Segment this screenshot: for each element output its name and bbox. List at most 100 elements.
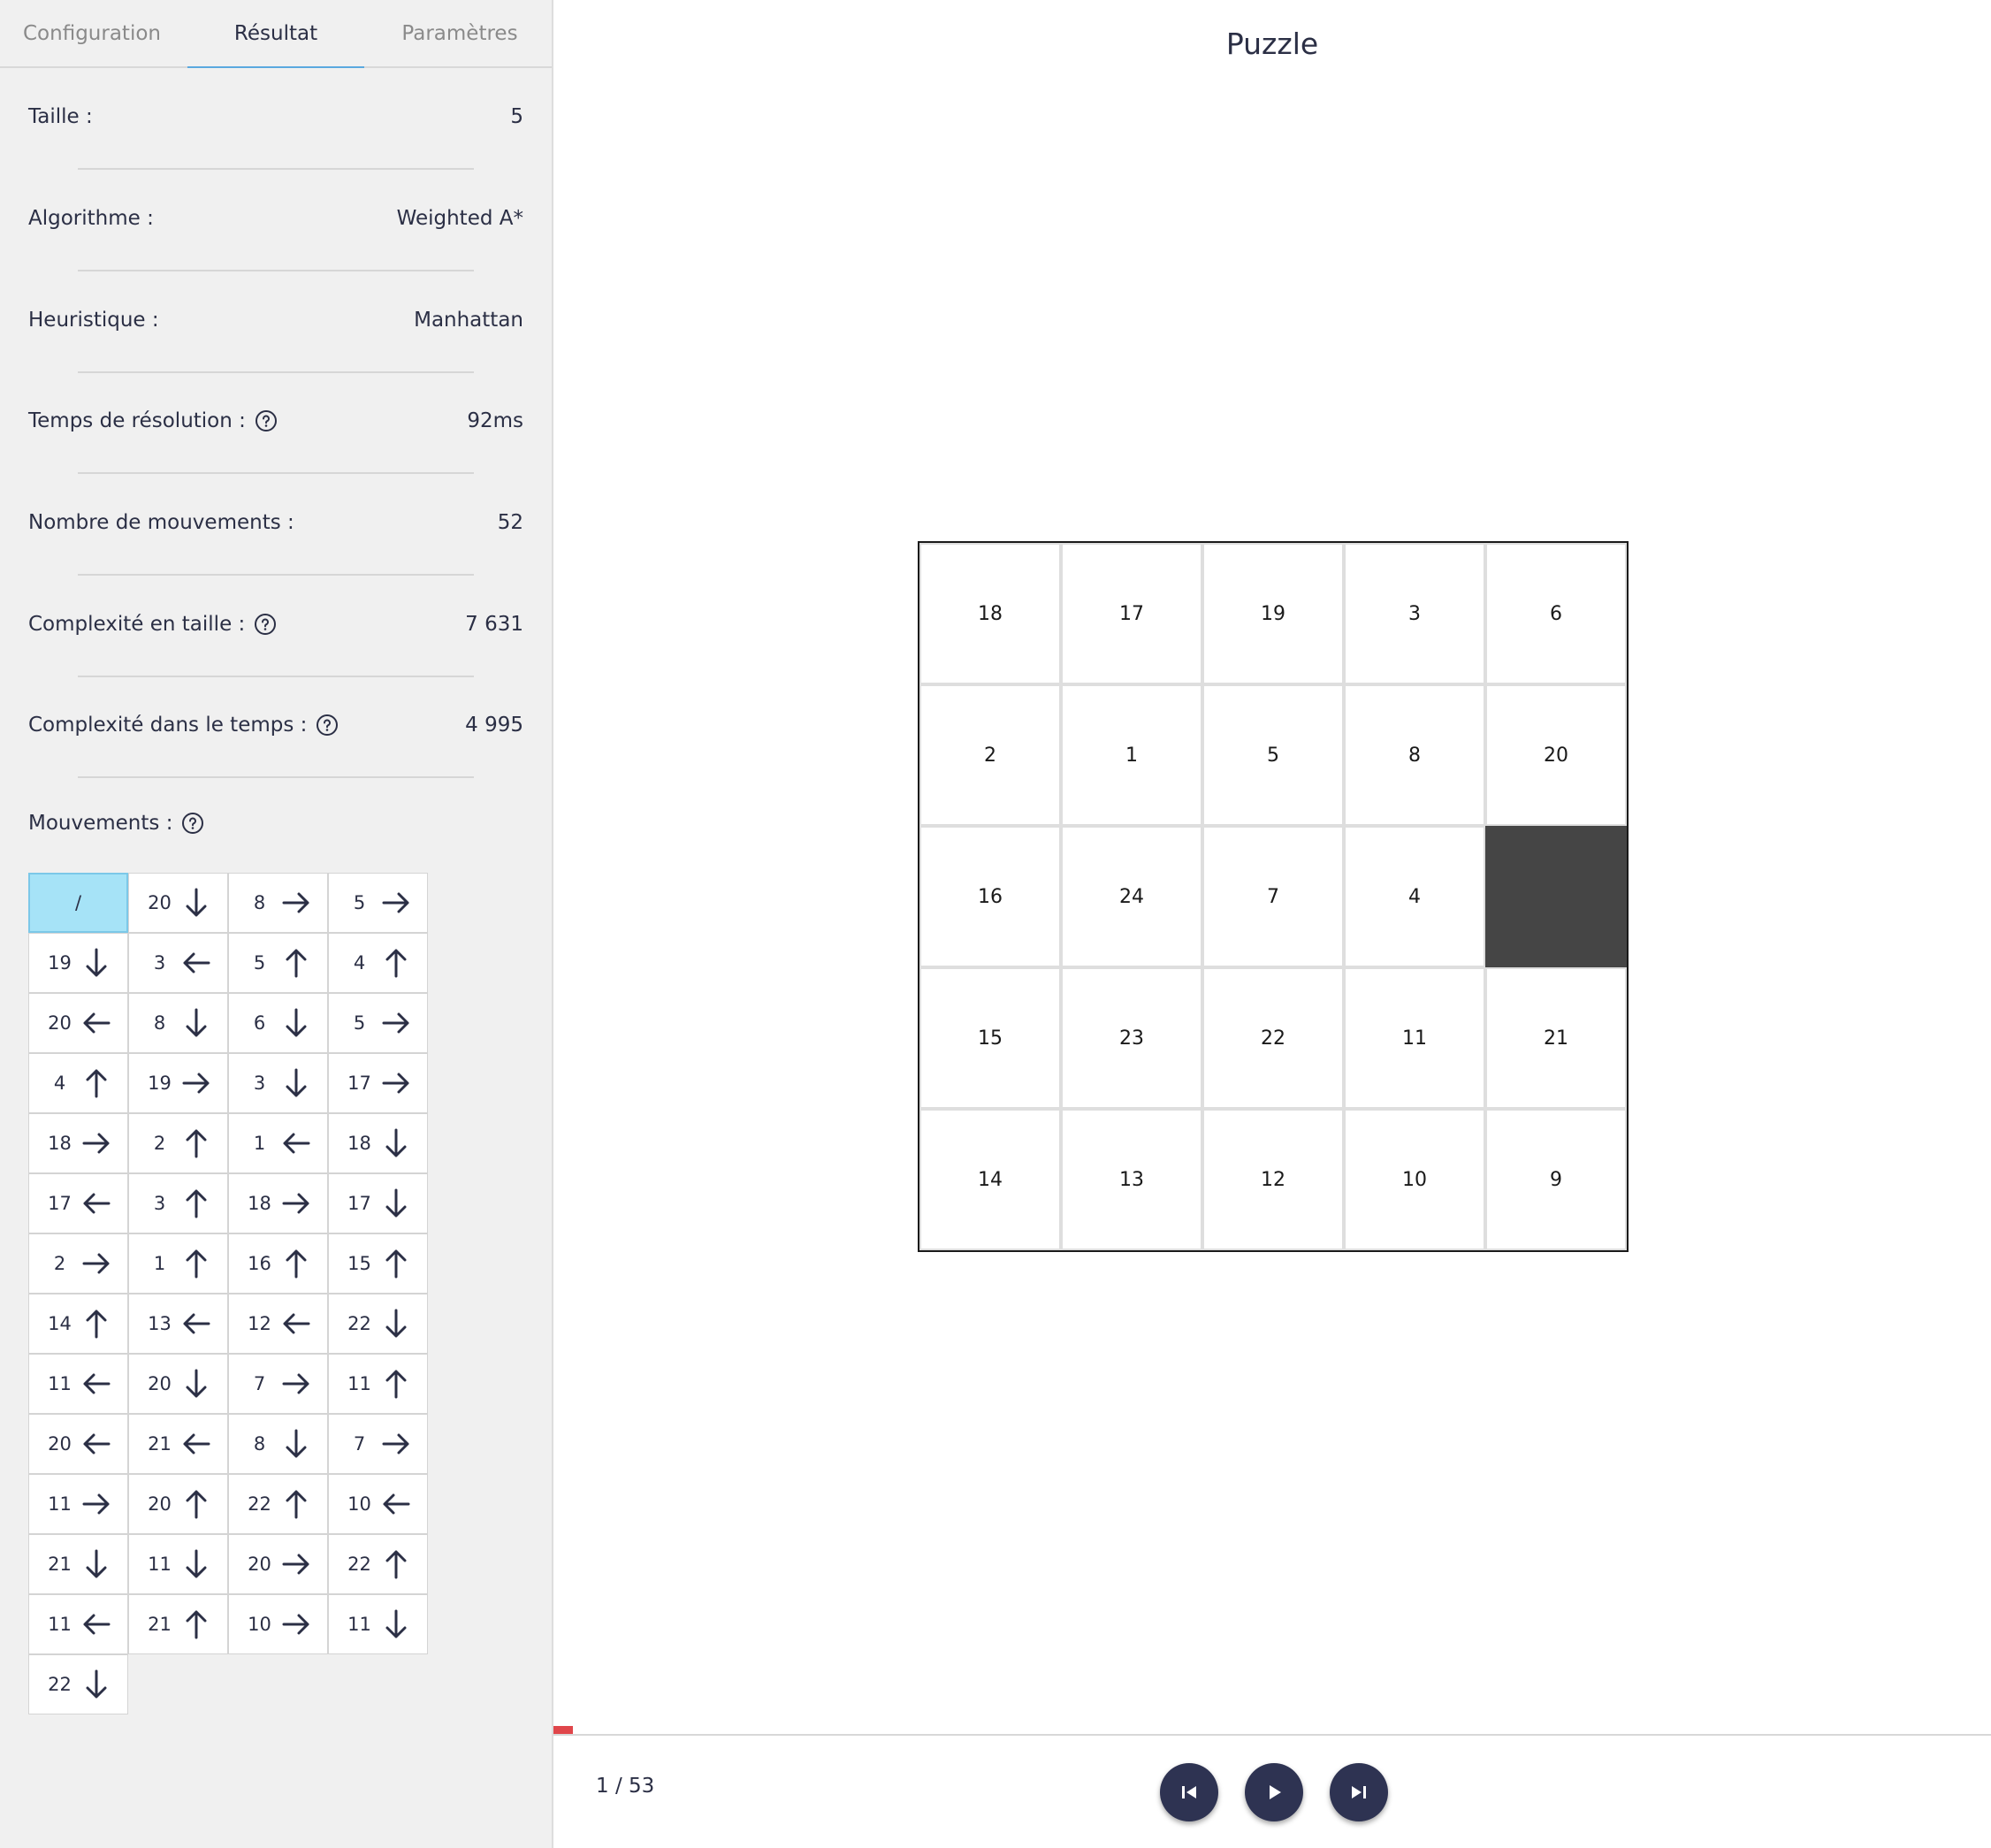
help-icon[interactable]: [316, 714, 339, 737]
puzzle-tile[interactable]: 24: [1061, 826, 1202, 967]
arrow-down-icon: [186, 888, 206, 917]
puzzle-tile[interactable]: 9: [1485, 1109, 1627, 1250]
move-item[interactable]: 1: [228, 1113, 328, 1173]
empty-tile[interactable]: [1485, 826, 1627, 967]
move-item[interactable]: 8: [128, 993, 228, 1053]
move-item[interactable]: 5: [328, 993, 428, 1053]
arrow-left-icon: [283, 1313, 309, 1334]
stat-label-text: Taille :: [28, 105, 93, 128]
move-item[interactable]: 4: [328, 933, 428, 993]
play-button[interactable]: [1245, 1763, 1303, 1821]
help-icon[interactable]: [255, 409, 278, 432]
move-tile-number: 20: [148, 1493, 172, 1515]
arrow-right-icon: [382, 892, 408, 913]
move-item[interactable]: 17: [328, 1053, 428, 1113]
move-item[interactable]: 18: [228, 1173, 328, 1233]
puzzle-tile[interactable]: 12: [1202, 1109, 1344, 1250]
move-tile-number: 11: [347, 1614, 371, 1635]
move-item[interactable]: 19: [128, 1053, 228, 1113]
move-item[interactable]: 22: [28, 1654, 128, 1714]
puzzle-tile[interactable]: 7: [1202, 826, 1344, 967]
progress-track[interactable]: [553, 1734, 1991, 1736]
stat-row: Heuristique : Manhattan: [28, 302, 523, 338]
move-item[interactable]: 11: [328, 1354, 428, 1414]
move-item[interactable]: 5: [328, 873, 428, 933]
move-item[interactable]: 22: [228, 1474, 328, 1534]
move-item[interactable]: 11: [128, 1534, 228, 1594]
move-item[interactable]: 19: [28, 933, 128, 993]
move-item[interactable]: 11: [328, 1594, 428, 1654]
move-item[interactable]: 6: [228, 993, 328, 1053]
puzzle-tile[interactable]: 18: [919, 543, 1061, 684]
puzzle-tile[interactable]: 10: [1344, 1109, 1485, 1250]
move-item[interactable]: 3: [128, 933, 228, 993]
puzzle-tile[interactable]: 22: [1202, 967, 1344, 1109]
previous-step-button[interactable]: [1160, 1763, 1218, 1821]
move-item[interactable]: 5: [228, 933, 328, 993]
move-item[interactable]: 16: [228, 1233, 328, 1294]
move-item[interactable]: 14: [28, 1294, 128, 1354]
move-item[interactable]: 10: [328, 1474, 428, 1534]
move-item[interactable]: 15: [328, 1233, 428, 1294]
puzzle-tile[interactable]: 3: [1344, 543, 1485, 684]
move-item[interactable]: 2: [28, 1233, 128, 1294]
move-item[interactable]: 4: [28, 1053, 128, 1113]
move-item[interactable]: 12: [228, 1294, 328, 1354]
move-tile-number: 17: [347, 1193, 371, 1214]
move-item[interactable]: 17: [328, 1173, 428, 1233]
move-item[interactable]: 20: [228, 1534, 328, 1594]
tab-rsultat[interactable]: Résultat: [184, 0, 368, 68]
move-item[interactable]: 10: [228, 1594, 328, 1654]
puzzle-tile[interactable]: 5: [1202, 684, 1344, 826]
move-item[interactable]: 18: [28, 1113, 128, 1173]
puzzle-tile[interactable]: 21: [1485, 967, 1627, 1109]
move-item[interactable]: 20: [128, 1354, 228, 1414]
move-item[interactable]: 17: [28, 1173, 128, 1233]
move-item[interactable]: 8: [228, 1414, 328, 1474]
puzzle-tile[interactable]: 1: [1061, 684, 1202, 826]
puzzle-tile[interactable]: 17: [1061, 543, 1202, 684]
move-item[interactable]: 21: [128, 1594, 228, 1654]
puzzle-tile[interactable]: 13: [1061, 1109, 1202, 1250]
move-item[interactable]: 8: [228, 873, 328, 933]
move-item[interactable]: 11: [28, 1594, 128, 1654]
result-sidebar: Configuration Résultat Paramètres Taille :…: [0, 0, 553, 1848]
puzzle-tile[interactable]: 8: [1344, 684, 1485, 826]
move-item[interactable]: 20: [28, 993, 128, 1053]
move-item[interactable]: 20: [128, 1474, 228, 1534]
puzzle-tile[interactable]: 11: [1344, 967, 1485, 1109]
move-item[interactable]: 1: [128, 1233, 228, 1294]
move-item[interactable]: 20: [128, 873, 228, 933]
puzzle-tile[interactable]: 2: [919, 684, 1061, 826]
tab-paramtres[interactable]: Paramètres: [368, 0, 552, 66]
move-item[interactable]: 11: [28, 1354, 128, 1414]
puzzle-tile[interactable]: 15: [919, 967, 1061, 1109]
move-item[interactable]: 3: [128, 1173, 228, 1233]
tab-configuration[interactable]: Configuration: [0, 0, 184, 66]
puzzle-tile[interactable]: 19: [1202, 543, 1344, 684]
move-item[interactable]: 11: [28, 1474, 128, 1534]
move-item[interactable]: /: [28, 873, 128, 933]
move-item[interactable]: 7: [228, 1354, 328, 1414]
puzzle-tile[interactable]: 23: [1061, 967, 1202, 1109]
move-item[interactable]: 7: [328, 1414, 428, 1474]
puzzle-tile[interactable]: 4: [1344, 826, 1485, 967]
move-item[interactable]: 2: [128, 1113, 228, 1173]
move-item[interactable]: 21: [28, 1534, 128, 1594]
move-item[interactable]: 22: [328, 1294, 428, 1354]
puzzle-tile[interactable]: 6: [1485, 543, 1627, 684]
help-icon[interactable]: [181, 812, 204, 835]
help-icon[interactable]: [254, 613, 277, 636]
move-item[interactable]: 20: [28, 1414, 128, 1474]
move-item[interactable]: 21: [128, 1414, 228, 1474]
move-item[interactable]: 13: [128, 1294, 228, 1354]
puzzle-tile[interactable]: 16: [919, 826, 1061, 967]
move-tile-number: 18: [347, 1133, 371, 1154]
puzzle-tile[interactable]: 14: [919, 1109, 1061, 1250]
puzzle-tile[interactable]: 20: [1485, 684, 1627, 826]
move-item[interactable]: 22: [328, 1534, 428, 1594]
next-step-button[interactable]: [1330, 1763, 1388, 1821]
arrow-left-icon: [183, 952, 210, 974]
move-item[interactable]: 3: [228, 1053, 328, 1113]
move-item[interactable]: 18: [328, 1113, 428, 1173]
